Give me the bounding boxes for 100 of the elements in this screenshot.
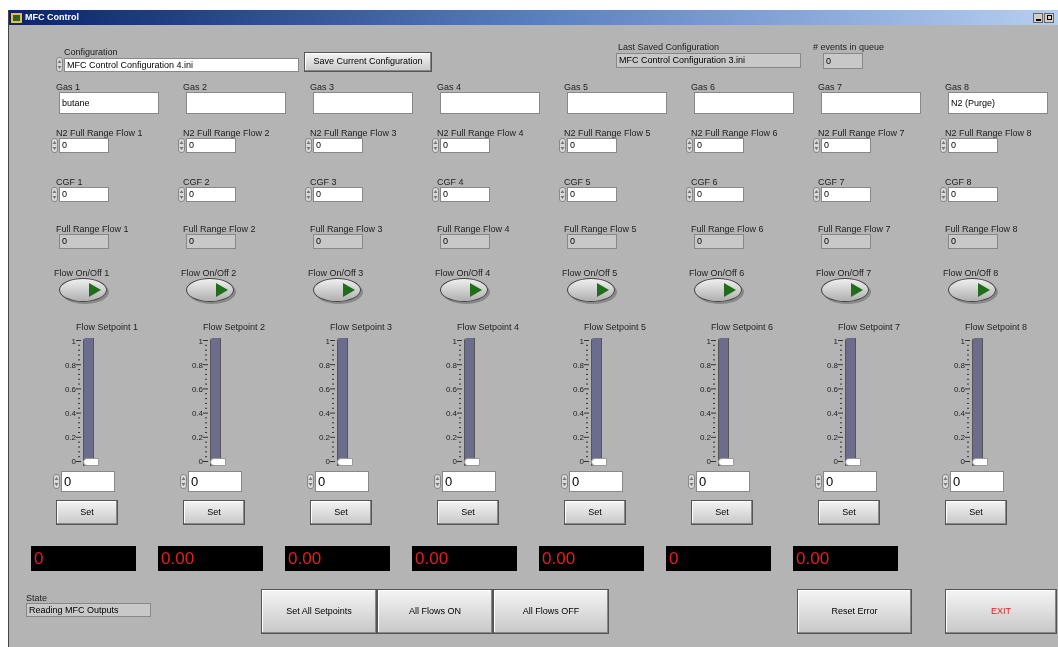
- spinner-button[interactable]: [813, 138, 820, 153]
- set-button[interactable]: Set: [818, 500, 880, 525]
- gas-name-field[interactable]: [567, 92, 667, 114]
- spinner-button[interactable]: [305, 187, 312, 202]
- slider-track[interactable]: [210, 338, 226, 466]
- numeric-input[interactable]: 0: [694, 138, 744, 153]
- gas-name-field[interactable]: [186, 92, 286, 114]
- restore-button[interactable]: [1044, 12, 1054, 23]
- spinner-button[interactable]: [686, 187, 693, 202]
- spinner-button[interactable]: [432, 187, 439, 202]
- slider-thumb[interactable]: [845, 458, 861, 466]
- setpoint-input[interactable]: 0: [315, 471, 369, 492]
- numeric-input[interactable]: 0: [694, 187, 744, 202]
- slider-track[interactable]: [591, 338, 607, 466]
- setpoint-input[interactable]: 0: [61, 471, 115, 492]
- numeric-input[interactable]: 0: [313, 138, 363, 153]
- spinner-button[interactable]: [432, 138, 439, 153]
- slider-track[interactable]: [464, 338, 480, 466]
- gas-name-field[interactable]: N2 (Purge): [948, 92, 1048, 114]
- spinner-button[interactable]: [688, 474, 695, 489]
- slider-thumb[interactable]: [718, 458, 734, 466]
- setpoint-input[interactable]: 0: [569, 471, 623, 492]
- numeric-input[interactable]: 0: [440, 187, 490, 202]
- slider-track[interactable]: [337, 338, 353, 466]
- flow-toggle-switch[interactable]: [694, 278, 742, 302]
- setpoint-input[interactable]: 0: [823, 471, 877, 492]
- slider-track[interactable]: [83, 338, 99, 466]
- spinner-button[interactable]: [815, 474, 822, 489]
- flow-toggle-switch[interactable]: [821, 278, 869, 302]
- numeric-input[interactable]: 0: [59, 138, 109, 153]
- spinner-button[interactable]: [56, 57, 63, 72]
- gas-name-field[interactable]: [694, 92, 794, 114]
- setpoint-input[interactable]: 0: [188, 471, 242, 492]
- set-button[interactable]: Set: [691, 500, 753, 525]
- spinner-button[interactable]: [813, 187, 820, 202]
- action-button[interactable]: All Flows ON: [377, 589, 493, 634]
- slider-thumb[interactable]: [972, 458, 988, 466]
- set-button[interactable]: Set: [437, 500, 499, 525]
- gas-name-field[interactable]: [440, 92, 540, 114]
- numeric-input[interactable]: 0: [567, 187, 617, 202]
- slider-thumb[interactable]: [591, 458, 607, 466]
- numeric-input[interactable]: 0: [186, 187, 236, 202]
- numeric-input[interactable]: 0: [567, 138, 617, 153]
- action-button[interactable]: Set All Setpoints: [261, 589, 377, 634]
- spinner-button[interactable]: [51, 187, 58, 202]
- numeric-input[interactable]: 0: [313, 187, 363, 202]
- slider-track[interactable]: [845, 338, 861, 466]
- numeric-input[interactable]: 0: [948, 138, 998, 153]
- spinner-button[interactable]: [942, 474, 949, 489]
- flow-toggle-switch[interactable]: [948, 278, 996, 302]
- spinner-button[interactable]: [559, 138, 566, 153]
- numeric-input[interactable]: 0: [948, 187, 998, 202]
- configuration-field[interactable]: MFC Control Configuration 4.ini: [64, 57, 299, 72]
- action-button[interactable]: All Flows OFF: [493, 589, 609, 634]
- numeric-input[interactable]: 0: [821, 138, 871, 153]
- set-button[interactable]: Set: [56, 500, 118, 525]
- flow-toggle-switch[interactable]: [440, 278, 488, 302]
- set-button[interactable]: Set: [945, 500, 1007, 525]
- numeric-input[interactable]: 0: [440, 138, 490, 153]
- setpoint-input[interactable]: 0: [696, 471, 750, 492]
- set-button[interactable]: Set: [183, 500, 245, 525]
- spinner-button[interactable]: [307, 474, 314, 489]
- gas-name-field[interactable]: [821, 92, 921, 114]
- flow-toggle-switch[interactable]: [567, 278, 615, 302]
- numeric-input[interactable]: 0: [186, 138, 236, 153]
- set-button[interactable]: Set: [564, 500, 626, 525]
- gas-name-field[interactable]: butane: [59, 92, 159, 114]
- slider-track[interactable]: [972, 338, 988, 466]
- minimize-button[interactable]: [1033, 12, 1043, 23]
- gas-name-field[interactable]: [313, 92, 413, 114]
- spinner-button[interactable]: [180, 474, 187, 489]
- spinner-button[interactable]: [178, 187, 185, 202]
- spinner-button[interactable]: [305, 138, 312, 153]
- spinner-button[interactable]: [51, 138, 58, 153]
- setpoint-input[interactable]: 0: [950, 471, 1004, 492]
- scale-tick-label: 0.2: [699, 434, 711, 442]
- reset-error-button[interactable]: Reset Error: [797, 589, 912, 634]
- spinner-button[interactable]: [686, 138, 693, 153]
- save-configuration-button[interactable]: Save Current Configuration: [304, 52, 432, 72]
- spinner-button[interactable]: [561, 474, 568, 489]
- set-button[interactable]: Set: [310, 500, 372, 525]
- slider-thumb[interactable]: [464, 458, 480, 466]
- exit-button[interactable]: EXIT: [945, 589, 1057, 634]
- setpoint-input[interactable]: 0: [442, 471, 496, 492]
- flow-toggle-switch[interactable]: [186, 278, 234, 302]
- slider-thumb[interactable]: [210, 458, 226, 466]
- spinner-button[interactable]: [559, 187, 566, 202]
- spinner-button[interactable]: [53, 474, 60, 489]
- spinner-button[interactable]: [434, 474, 441, 489]
- slider-thumb[interactable]: [83, 458, 99, 466]
- spinner-button[interactable]: [940, 138, 947, 153]
- slider-track[interactable]: [718, 338, 734, 466]
- flow-toggle-switch[interactable]: [313, 278, 361, 302]
- numeric-input[interactable]: 0: [59, 187, 109, 202]
- scale-tick-label: 0: [325, 458, 330, 466]
- spinner-button[interactable]: [940, 187, 947, 202]
- flow-toggle-switch[interactable]: [59, 278, 107, 302]
- slider-thumb[interactable]: [337, 458, 353, 466]
- spinner-button[interactable]: [178, 138, 185, 153]
- numeric-input[interactable]: 0: [821, 187, 871, 202]
